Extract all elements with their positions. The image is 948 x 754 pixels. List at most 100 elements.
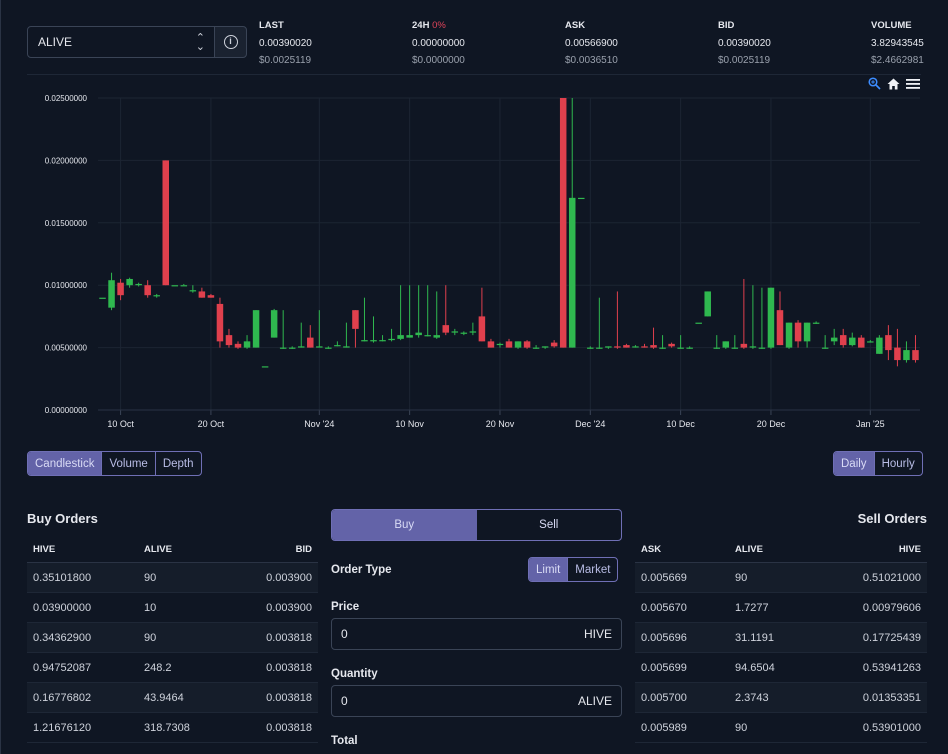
y-axis: 0.02500000 0.02000000 0.01500000 0.01000000… — [45, 94, 88, 415]
buy-orders-table: HIVE ALIVE BID 0.35101800 90 0.003900 0.039… — [27, 537, 318, 743]
sell-orders-header: ASK ALIVE HIVE — [635, 537, 927, 563]
stat-bid-value: 0.00390020 — [718, 38, 771, 49]
quantity-input[interactable]: 0 ALIVE — [331, 685, 622, 717]
candle-body — [198, 291, 206, 298]
candle-body — [370, 340, 377, 342]
candle-body — [722, 341, 730, 348]
candle-body — [243, 341, 251, 348]
table-cell: 0.005696 — [641, 631, 687, 644]
candle-body — [731, 347, 739, 349]
buy-order-row[interactable]: 0.34362900 90 0.003818 — [27, 623, 318, 653]
market-info-button[interactable]: i — [214, 26, 247, 58]
candle-body — [867, 341, 874, 343]
sell-order-row[interactable]: 0.005699 94.6504 0.53941263 — [635, 653, 927, 683]
price-value[interactable]: 0 — [341, 627, 348, 641]
buy-order-row[interactable]: 0.03900000 10 0.003900 — [27, 593, 318, 623]
candle-body — [550, 342, 558, 347]
candle-body — [135, 283, 142, 286]
sell-order-row[interactable]: 0.005989 90 0.53901000 — [635, 713, 927, 743]
candle-body — [397, 335, 404, 339]
candle-body — [830, 337, 838, 342]
sell-order-row[interactable]: 0.005696 31.1191 0.17725439 — [635, 623, 927, 653]
candle-body — [478, 316, 486, 342]
quantity-label: Quantity — [331, 668, 378, 680]
chevron-updown-icon: ⌃ ⌄ — [195, 32, 205, 53]
price-chart[interactable]: 0.02500000 0.02000000 0.01500000 0.01000000… — [0, 80, 948, 440]
candle-body — [99, 297, 106, 299]
stat-ask-label: ASK — [565, 20, 586, 31]
column-header: ALIVE — [735, 544, 763, 555]
candle-body — [713, 347, 721, 349]
candle-body — [153, 295, 160, 297]
depth-toggle[interactable]: Depth — [154, 452, 201, 475]
candle-body — [794, 322, 802, 342]
candle-body — [307, 337, 314, 348]
candle-body — [812, 322, 820, 324]
quantity-value[interactable]: 0 — [341, 694, 348, 708]
hourly-toggle[interactable]: Hourly — [873, 452, 922, 475]
buy-order-row[interactable]: 0.35101800 90 0.003900 — [27, 563, 318, 593]
x-tick-label: 10 Dec — [666, 419, 695, 429]
candle-body — [460, 332, 468, 334]
stat-last: LAST 0.00390020 $0.0025119 — [259, 20, 312, 66]
y-tick-label: 0.02500000 — [45, 94, 88, 103]
table-cell: 248.2 — [144, 661, 172, 674]
sell-order-row[interactable]: 0.005700 2.3743 0.01353351 — [635, 683, 927, 713]
candle-body — [234, 343, 242, 348]
candle-body — [406, 335, 413, 338]
stat-volume-label: VOLUME — [871, 20, 912, 31]
candle-body — [469, 331, 477, 333]
candle-body — [650, 345, 657, 348]
buy-order-row[interactable]: 0.94752087 248.2 0.003818 — [27, 653, 318, 683]
sell-order-row[interactable]: 0.005670 1.7277 0.00979606 — [635, 593, 927, 623]
candle-body — [316, 346, 323, 348]
candle-body — [704, 291, 711, 317]
candle-body — [849, 337, 856, 346]
stat-last-usd: $0.0025119 — [259, 55, 312, 66]
tab-sell[interactable]: Sell — [477, 510, 622, 540]
candle-body — [424, 335, 431, 337]
table-cell: 0.35101800 — [33, 571, 92, 584]
chart-grid — [98, 97, 920, 411]
market-toggle[interactable]: Market — [567, 558, 617, 581]
info-icon: i — [223, 35, 238, 49]
candle-body — [270, 310, 278, 338]
table-cell: 0.00979606 — [862, 601, 921, 614]
table-cell: 0.003818 — [266, 691, 312, 704]
candle-series — [99, 98, 919, 368]
x-tick-label: 10 Nov — [395, 419, 424, 429]
candle-body — [876, 337, 883, 354]
volume-toggle[interactable]: Volume — [101, 452, 154, 475]
table-cell: 0.005669 — [641, 571, 687, 584]
x-tick-label: 20 Dec — [757, 419, 786, 429]
limit-toggle[interactable]: Limit — [529, 558, 568, 581]
price-unit: HIVE — [583, 627, 612, 641]
daily-toggle[interactable]: Daily — [834, 452, 874, 475]
candle-body — [451, 331, 459, 333]
candle-body — [388, 338, 395, 341]
market-select[interactable]: ALIVE ⌃ ⌄ — [27, 26, 215, 58]
table-cell: 0.003900 — [266, 571, 312, 584]
x-tick-label: 20 Nov — [486, 419, 515, 429]
x-tick-label: 20 Oct — [198, 419, 225, 429]
tab-buy[interactable]: Buy — [332, 510, 477, 540]
column-header: HIVE — [898, 544, 921, 555]
x-tick-label: Nov '24 — [304, 419, 334, 429]
candle-body — [740, 343, 748, 348]
buy-order-row[interactable]: 1.21676120 318.7308 0.003818 — [27, 713, 318, 743]
table-cell: 0.17725439 — [862, 631, 921, 644]
candle-body — [776, 310, 784, 346]
price-input[interactable]: 0 HIVE — [331, 618, 622, 650]
candle-body — [885, 335, 892, 351]
buy-order-row[interactable]: 0.16776802 43.9464 0.003818 — [27, 683, 318, 713]
candle-body — [614, 346, 621, 348]
stat-bid: BID 0.00390020 $0.0025119 — [718, 20, 771, 66]
table-cell: 0.005700 — [641, 691, 687, 704]
sell-order-row[interactable]: 0.005669 90 0.51021000 — [635, 563, 927, 593]
candle-body — [288, 347, 296, 349]
table-cell: 1.7277 — [735, 601, 769, 614]
candlestick-toggle[interactable]: Candlestick — [28, 452, 102, 475]
stat-24h-value: 0.00000000 — [412, 38, 465, 49]
total-label: Total — [331, 735, 358, 747]
table-cell: 0.005699 — [641, 661, 687, 674]
